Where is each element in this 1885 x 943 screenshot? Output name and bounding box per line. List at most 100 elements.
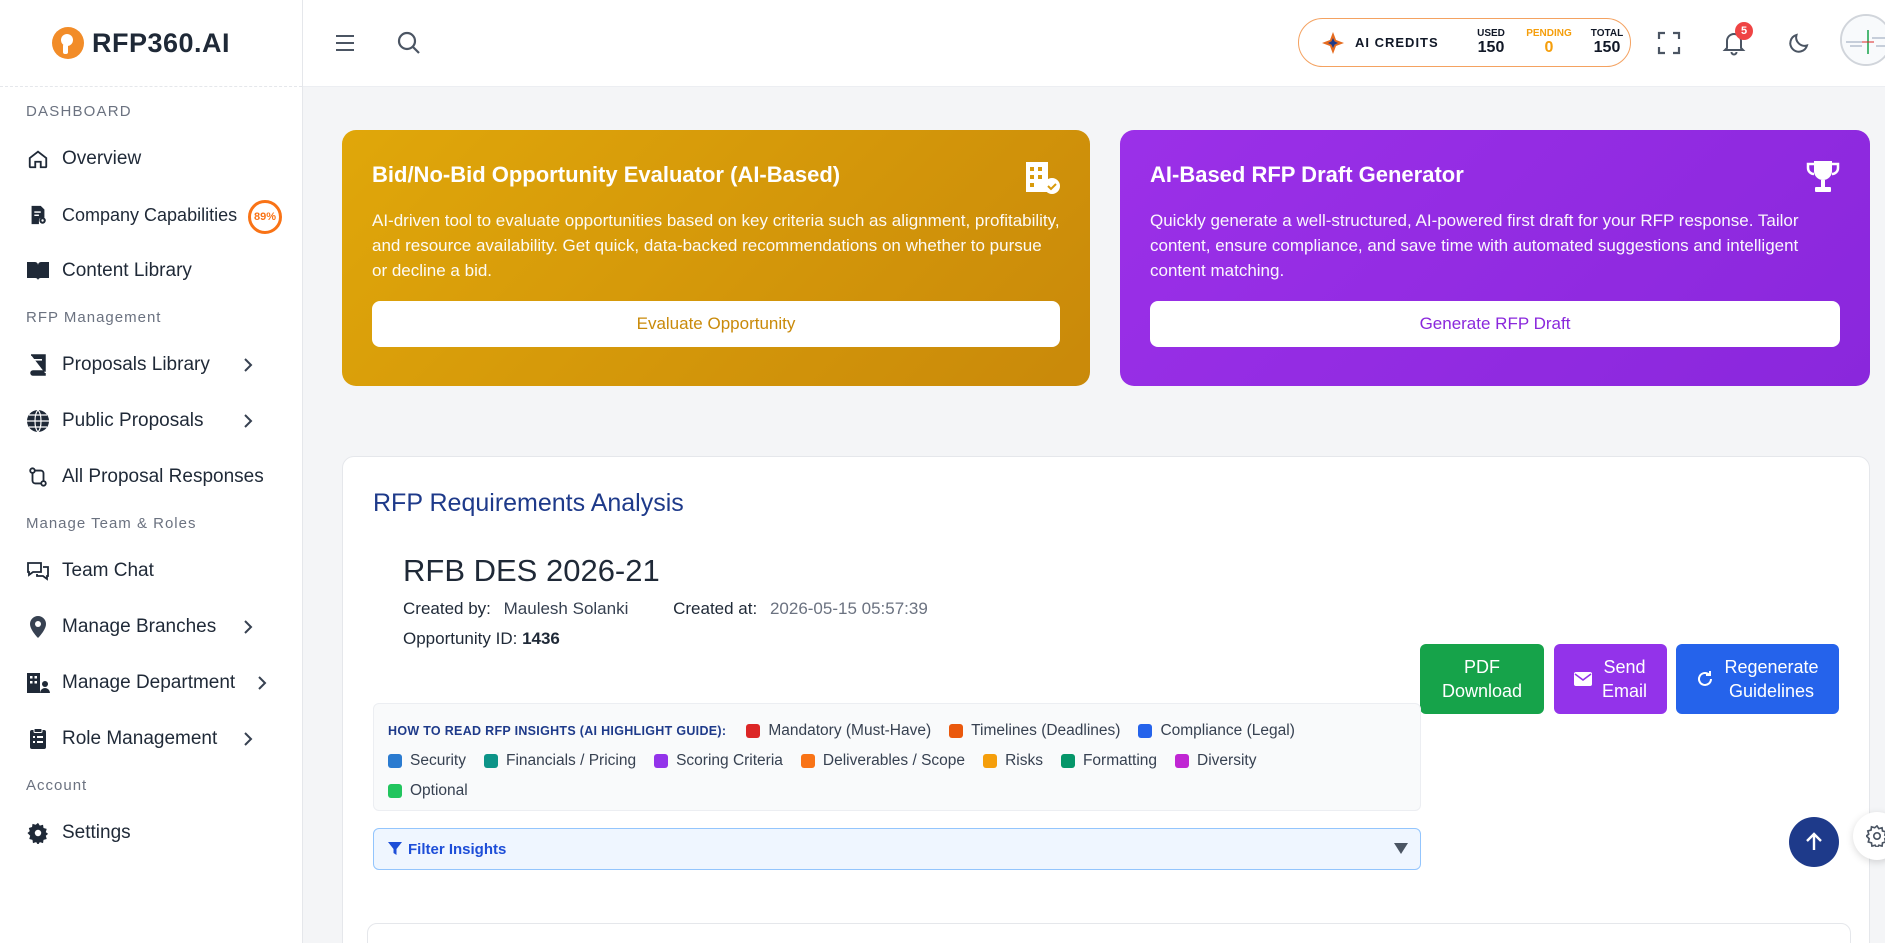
legend-swatch [949,724,964,738]
legend-diversity: Diversity [1175,752,1256,770]
send-email-button[interactable]: Send Email [1554,644,1667,714]
globe-icon [26,409,50,433]
building-user-icon [26,671,50,695]
user-avatar[interactable] [1840,14,1885,66]
hamburger-icon [336,35,354,51]
rfp-analysis-panel: RFP Requirements Analysis RFB DES 2026-2… [342,456,1870,943]
sidebar-item-settings[interactable]: Settings [0,805,302,861]
legend-optional: Optional [388,782,468,800]
avatar-image [1842,16,1885,64]
legend-label: Security [410,752,466,769]
brand-name: RFP360.AI [92,27,231,58]
filter-label: Filter Insights [408,840,507,858]
credits-pending-value: 0 [1544,39,1554,56]
brand-logo[interactable]: RFP360.AI [0,0,302,87]
sidebar-item-label: Content Library [62,260,192,281]
legend-label: Deliverables / Scope [822,752,966,769]
book-icon [26,353,50,377]
legend-label: Compliance (Legal) [1160,722,1295,739]
notification-badge: 5 [1735,22,1753,40]
scroll-top-button[interactable] [1789,817,1839,867]
sidebar-item-label: Company Capabilities [62,204,238,225]
ai-credits-widget[interactable]: AI CREDITS USED 150 PENDING 0 TOTAL 150 [1298,18,1631,67]
bid-evaluator-card: Bid/No-Bid Opportunity Evaluator (AI-Bas… [342,130,1090,386]
legend-timelines: Timelines (Deadlines) [949,722,1120,740]
legend-label: Scoring Criteria [676,752,783,769]
legend-label: Diversity [1197,752,1257,769]
legend-swatch [746,724,761,738]
menu-toggle-button[interactable] [328,26,362,60]
clipboard-list-icon [26,727,50,751]
section-account: Account [26,777,88,794]
regen-line1: Regenerate [1724,657,1819,677]
chevron-right-icon [258,676,267,690]
sidebar-item-label: Public Proposals [62,410,204,431]
legend-swatch [388,754,402,768]
fullscreen-icon [1657,31,1681,55]
search-icon [397,31,420,54]
chevron-right-icon [244,732,253,746]
legend-financials: Financials / Pricing [484,752,636,770]
legend-swatch [1060,754,1075,768]
credits-pending: PENDING 0 [1526,28,1572,57]
sidebar: RFP360.AI DASHBOARD Overview Company Cap… [0,0,303,943]
created-at-label: Created at: [673,599,758,618]
sidebar-item-label: Manage Department [62,672,236,693]
legend-swatch [654,754,669,768]
sidebar-item-company-capabilities[interactable]: Company Capabilities 89% [0,187,302,243]
sidebar-item-manage-branches[interactable]: Manage Branches [0,599,302,655]
sidebar-item-team-chat[interactable]: Team Chat [0,543,302,599]
funnel-icon [388,842,402,855]
send-email-label: Send Email [1602,655,1647,703]
opportunity-meta: Opportunity ID: 1436 [403,629,560,649]
sidebar-item-role-management[interactable]: Role Management [0,711,302,767]
legend-swatch [1175,754,1190,768]
highlight-guide: HOW TO READ RFP INSIGHTS (AI HIGHLIGHT G… [373,703,1421,811]
book-open-icon [26,259,50,283]
chevron-right-icon [244,358,253,372]
email-line2: Email [1601,681,1647,701]
sidebar-item-content-library[interactable]: Content Library [0,243,302,299]
evaluate-opportunity-button[interactable]: Evaluate Opportunity [372,301,1060,347]
fullscreen-button[interactable] [1652,26,1686,60]
generate-rfp-draft-button[interactable]: Generate RFP Draft [1150,301,1840,347]
sidebar-item-public-proposals[interactable]: Public Proposals [0,393,302,449]
git-compare-icon [26,465,50,489]
legend-security: Security [388,752,466,770]
credits-used: USED 150 [1469,28,1513,57]
sidebar-item-all-proposal-responses[interactable]: All Proposal Responses [0,449,302,505]
completion-badge: 89% [248,200,282,234]
sidebar-item-proposals-library[interactable]: Proposals Library [0,337,302,393]
theme-toggle-button[interactable] [1782,26,1816,60]
legend-compliance: Compliance (Legal) [1138,722,1295,740]
filter-insights-toggle[interactable]: Filter Insights [373,828,1421,870]
moon-icon [1789,33,1809,53]
pdf-download-button[interactable]: PDF Download [1420,644,1544,714]
pdf-line1: PDF [1464,657,1500,677]
sidebar-item-overview[interactable]: Overview [0,131,302,187]
legend-label: Optional [410,782,468,799]
legend-formatting: Formatting [1060,752,1157,770]
card-description: Quickly generate a well-structured, AI-p… [1150,211,1799,280]
created-meta: Created by: Maulesh Solanki Created at: … [403,599,928,619]
legend-swatch [388,784,402,798]
legend-swatch [484,754,498,768]
legend-deliverables: Deliverables / Scope [800,752,966,770]
regenerate-guidelines-button[interactable]: Regenerate Guidelines [1676,644,1839,714]
legend-risks: Risks [983,752,1043,770]
chevron-right-icon [244,414,253,428]
search-button[interactable] [392,26,426,60]
rfb-name: RFB DES 2026-21 [403,553,660,588]
sidebar-nav: DASHBOARD Overview Company Capabilities … [0,87,302,861]
card-title: AI-Based RFP Draft Generator [1150,162,1464,187]
sidebar-item-label: Team Chat [62,560,154,581]
opportunity-label: Opportunity ID: [403,629,518,648]
section-rfp-management: RFP Management [26,309,162,326]
building-check-icon [1026,162,1060,194]
trophy-icon [1806,161,1840,192]
regen-line2: Guidelines [1728,681,1815,701]
notifications-button[interactable]: 5 [1717,22,1753,60]
document-gear-icon [26,203,50,227]
sidebar-item-manage-department[interactable]: Manage Department [0,655,302,711]
pdf-line2: Download [1441,681,1523,701]
